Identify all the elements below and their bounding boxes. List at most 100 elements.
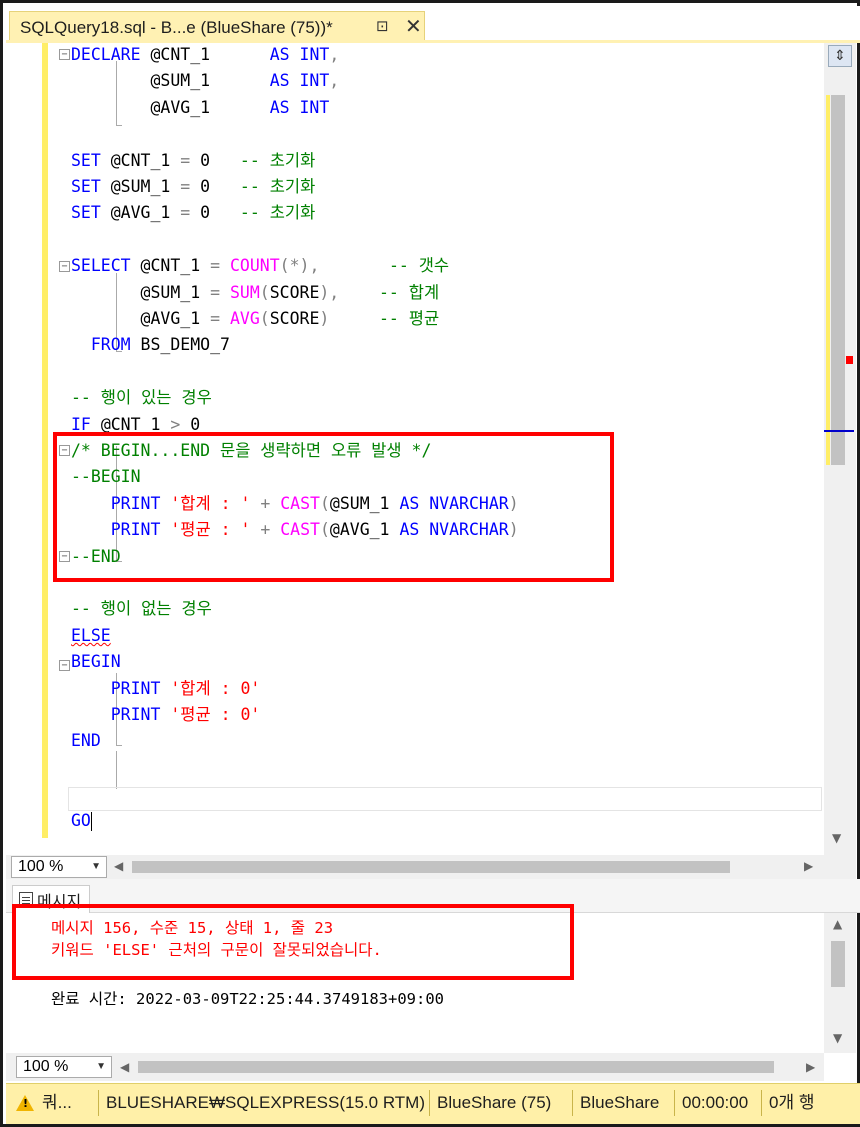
messages-pane[interactable]: 메시지 156, 수준 15, 상태 1, 줄 23 키워드 'ELSE' 근처… bbox=[6, 913, 824, 1053]
code-token: SCORE bbox=[269, 282, 320, 302]
collapse-begin-icon[interactable]: − bbox=[59, 660, 70, 671]
collapse-end-icon[interactable]: − bbox=[59, 551, 70, 562]
code-token: @AVG_1 bbox=[71, 97, 270, 117]
code-token: '평균 : ' bbox=[170, 520, 261, 540]
code-token: PRINT bbox=[110, 520, 171, 540]
close-icon[interactable]: ✕ bbox=[405, 14, 422, 38]
code-token: GO bbox=[71, 810, 91, 830]
scrollbar-corner bbox=[824, 855, 856, 879]
code-line[interactable]: FROM BS_DEMO_7 bbox=[71, 333, 230, 359]
code-token: = bbox=[180, 150, 201, 170]
server-name: BLUESHARE₩SQLEXPRESS(15.0 RTM) bbox=[106, 1093, 425, 1112]
tab-sqlquery18[interactable]: SQLQuery18.sql - B...e (BlueShare (75))*… bbox=[9, 11, 425, 43]
horizontal-scroll-thumb[interactable] bbox=[132, 861, 730, 873]
pin-icon[interactable]: ⊡ bbox=[376, 17, 389, 35]
code-line[interactable]: SET @CNT_1 = 0 -- 초기화 bbox=[71, 149, 315, 175]
scroll-thumb[interactable] bbox=[831, 95, 845, 465]
code-token: SET bbox=[71, 203, 111, 223]
elapsed-time: 00:00:00 bbox=[682, 1093, 749, 1112]
messages-zoom-select[interactable]: 100 % ▼ bbox=[16, 1056, 112, 1078]
code-line[interactable]: SELECT @CNT_1 = COUNT(*), -- 갯수 bbox=[71, 254, 449, 280]
code-token: BS_DEMO_7 bbox=[140, 335, 230, 355]
code-line[interactable]: @AVG_1 = AVG(SCORE) -- 평균 bbox=[71, 307, 440, 333]
scroll-right-icon[interactable]: ▶ bbox=[806, 1060, 815, 1074]
row-count: 0개 행 bbox=[769, 1093, 815, 1112]
code-line[interactable]: @AVG_1 AS INT bbox=[71, 96, 329, 122]
code-line[interactable]: PRINT '합계 : ' + CAST(@SUM_1 AS NVARCHAR) bbox=[71, 492, 519, 518]
code-line[interactable]: IF @CNT_1 > 0 bbox=[71, 413, 200, 439]
status-divider bbox=[98, 1090, 99, 1116]
messages-icon bbox=[19, 891, 33, 908]
code-token: = bbox=[180, 177, 201, 196]
split-window-icon[interactable]: ⇕ bbox=[828, 45, 852, 67]
scroll-thumb[interactable] bbox=[831, 941, 845, 987]
scroll-down-icon[interactable]: ▼ bbox=[833, 1031, 842, 1045]
horizontal-scroll-thumb[interactable] bbox=[138, 1061, 774, 1073]
collapse-select-icon[interactable]: − bbox=[59, 261, 70, 272]
code-line[interactable]: SET @SUM_1 = 0 -- 초기화 bbox=[71, 175, 315, 201]
code-token: + bbox=[260, 493, 281, 513]
code-token: > bbox=[170, 414, 191, 434]
code-line[interactable]: SET @AVG_1 = 0 -- 초기화 bbox=[71, 201, 315, 227]
scroll-right-icon[interactable]: ▶ bbox=[804, 859, 813, 873]
code-token: @CNT_1 bbox=[150, 45, 270, 64]
scroll-down-icon[interactable]: ▼ bbox=[832, 831, 841, 845]
scroll-left-icon[interactable]: ◀ bbox=[120, 1060, 129, 1074]
code-token: AS INT bbox=[269, 97, 330, 117]
code-line[interactable]: BEGIN bbox=[71, 650, 121, 676]
warning-icon bbox=[16, 1095, 34, 1111]
code-token: ( bbox=[259, 309, 270, 328]
code-line[interactable]: PRINT '평균 : ' + CAST(@AVG_1 AS NVARCHAR) bbox=[71, 518, 519, 544]
collapse-declare-icon[interactable]: − bbox=[59, 49, 70, 60]
code-token: + bbox=[260, 520, 281, 540]
code-token: @AVG_1 bbox=[71, 309, 211, 328]
code-token: = bbox=[180, 203, 201, 223]
document-tabstrip: SQLQuery18.sql - B...e (BlueShare (75))*… bbox=[6, 6, 860, 43]
code-line[interactable]: GO bbox=[71, 809, 92, 835]
code-line[interactable]: ELSE bbox=[71, 624, 111, 650]
code-token: 0 bbox=[200, 150, 240, 170]
scroll-up-icon[interactable]: ▲ bbox=[833, 917, 842, 931]
code-line[interactable]: /* BEGIN...END 문을 생략하면 오류 발생 */ bbox=[71, 439, 431, 465]
error-message-text: 키워드 'ELSE' 근처의 구문이 잘못되었습니다. bbox=[51, 941, 382, 959]
code-token: = bbox=[210, 309, 230, 328]
change-overview-marker bbox=[826, 95, 830, 465]
code-token: -- 초기화 bbox=[239, 203, 316, 223]
editor-zoom-select[interactable]: 100 % ▼ bbox=[11, 856, 107, 878]
code-line[interactable]: -- 행이 없는 경우 bbox=[71, 597, 212, 623]
code-line[interactable]: @SUM_1 = SUM(SCORE), -- 합계 bbox=[71, 281, 440, 307]
caret-position-marker bbox=[824, 430, 854, 432]
code-token: = bbox=[210, 256, 230, 276]
code-line[interactable]: --END bbox=[71, 545, 121, 571]
code-line[interactable]: END bbox=[71, 729, 101, 755]
code-line[interactable]: --BEGIN bbox=[71, 465, 141, 491]
tab-title: SQLQuery18.sql - B...e (BlueShare (75))* bbox=[20, 17, 333, 37]
code-token: -- 초기화 bbox=[239, 150, 316, 170]
code-line[interactable]: @SUM_1 AS INT, bbox=[71, 69, 339, 95]
editor-zoom-bar: 100 % ▼ ◀ ▶ bbox=[6, 855, 824, 879]
code-line[interactable]: PRINT '합계 : 0' bbox=[71, 677, 261, 703]
code-line[interactable]: -- 행이 있는 경우 bbox=[71, 386, 212, 412]
messages-vertical-scrollbar[interactable]: ▲ ▼ bbox=[824, 913, 856, 1053]
code-token: ( bbox=[319, 520, 330, 540]
code-token: AS NVARCHAR bbox=[399, 520, 509, 540]
code-token: (*), bbox=[279, 256, 320, 276]
scroll-left-icon[interactable]: ◀ bbox=[114, 859, 123, 873]
code-token: SELECT bbox=[71, 256, 141, 276]
code-token: 0 bbox=[200, 203, 240, 223]
error-marker bbox=[846, 356, 853, 364]
completion-time: 완료 시간: 2022-03-09T22:25:44.3749183+09:00 bbox=[51, 990, 444, 1008]
code-line[interactable]: PRINT '평균 : 0' bbox=[71, 703, 261, 729]
editor-vertical-scrollbar[interactable]: ⇕ ▼ bbox=[824, 43, 856, 855]
code-token: ) bbox=[508, 520, 519, 540]
collapse-comment-icon[interactable]: − bbox=[59, 445, 70, 456]
tab-messages[interactable]: 메시지 bbox=[12, 885, 91, 913]
text-caret bbox=[90, 811, 92, 831]
code-token: 0 bbox=[190, 414, 201, 434]
query-editor[interactable]: − − − − − DECLARE @CNT_1 AS INT, @SUM_1 … bbox=[6, 43, 824, 855]
code-line[interactable]: DECLARE @CNT_1 AS INT, bbox=[71, 43, 339, 69]
code-token: AS INT bbox=[269, 45, 330, 64]
